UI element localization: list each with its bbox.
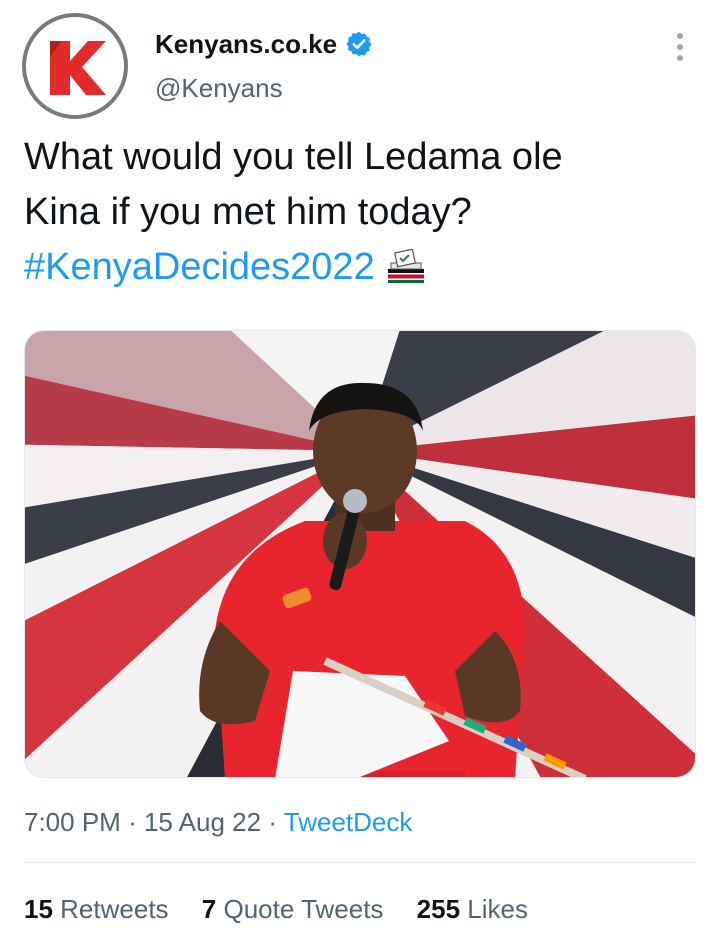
kenyans-k-logo-icon[interactable] bbox=[22, 13, 128, 119]
likes-label: Likes bbox=[467, 894, 528, 924]
retweets-stat[interactable]: 15 Retweets bbox=[24, 894, 169, 924]
tweet-text-line: Kina if you met him today? bbox=[24, 191, 472, 233]
author-block: Kenyans.co.ke @Kenyans bbox=[155, 29, 373, 103]
divider bbox=[24, 862, 696, 863]
tweet-text-line: What would you tell Ledama ole bbox=[24, 136, 563, 178]
author-name[interactable]: Kenyans.co.ke bbox=[155, 29, 337, 59]
tweet-timestamp: 7:00 PM · 15 Aug 22 · TweetDeck bbox=[24, 806, 412, 838]
tweet-source-link[interactable]: TweetDeck bbox=[284, 807, 413, 837]
verified-badge-icon bbox=[346, 31, 372, 57]
separator: · bbox=[128, 807, 137, 837]
hashtag-line: #KenyaDecides2022 bbox=[24, 240, 684, 295]
likes-stat[interactable]: 255 Likes bbox=[417, 894, 528, 924]
more-options-icon[interactable] bbox=[674, 33, 686, 73]
tweet-stats: 15 Retweets 7 Quote Tweets 255 Likes bbox=[24, 893, 554, 925]
author-handle[interactable]: @Kenyans bbox=[155, 73, 373, 103]
tweet-text: What would you tell Ledama ole Kina if y… bbox=[24, 130, 684, 295]
photo-man-speaking-microphone bbox=[25, 331, 695, 777]
separator: · bbox=[268, 807, 277, 837]
likes-count: 255 bbox=[416, 894, 461, 924]
tweet-date[interactable]: 15 Aug 22 bbox=[144, 807, 261, 837]
ballot-box-kenya-flag-icon bbox=[387, 249, 424, 283]
quote-tweets-stat[interactable]: 7 Quote Tweets bbox=[202, 894, 384, 924]
retweets-label: Retweets bbox=[60, 894, 169, 924]
tweet-header: Kenyans.co.ke @Kenyans bbox=[22, 13, 698, 119]
quotes-label: Quote Tweets bbox=[223, 894, 384, 924]
hashtag-link[interactable]: #KenyaDecides2022 bbox=[24, 246, 375, 288]
tweet-photo[interactable] bbox=[24, 330, 696, 778]
tweet-time[interactable]: 7:00 PM bbox=[24, 807, 121, 837]
retweets-count: 15 bbox=[24, 894, 53, 924]
quotes-count: 7 bbox=[201, 894, 217, 924]
